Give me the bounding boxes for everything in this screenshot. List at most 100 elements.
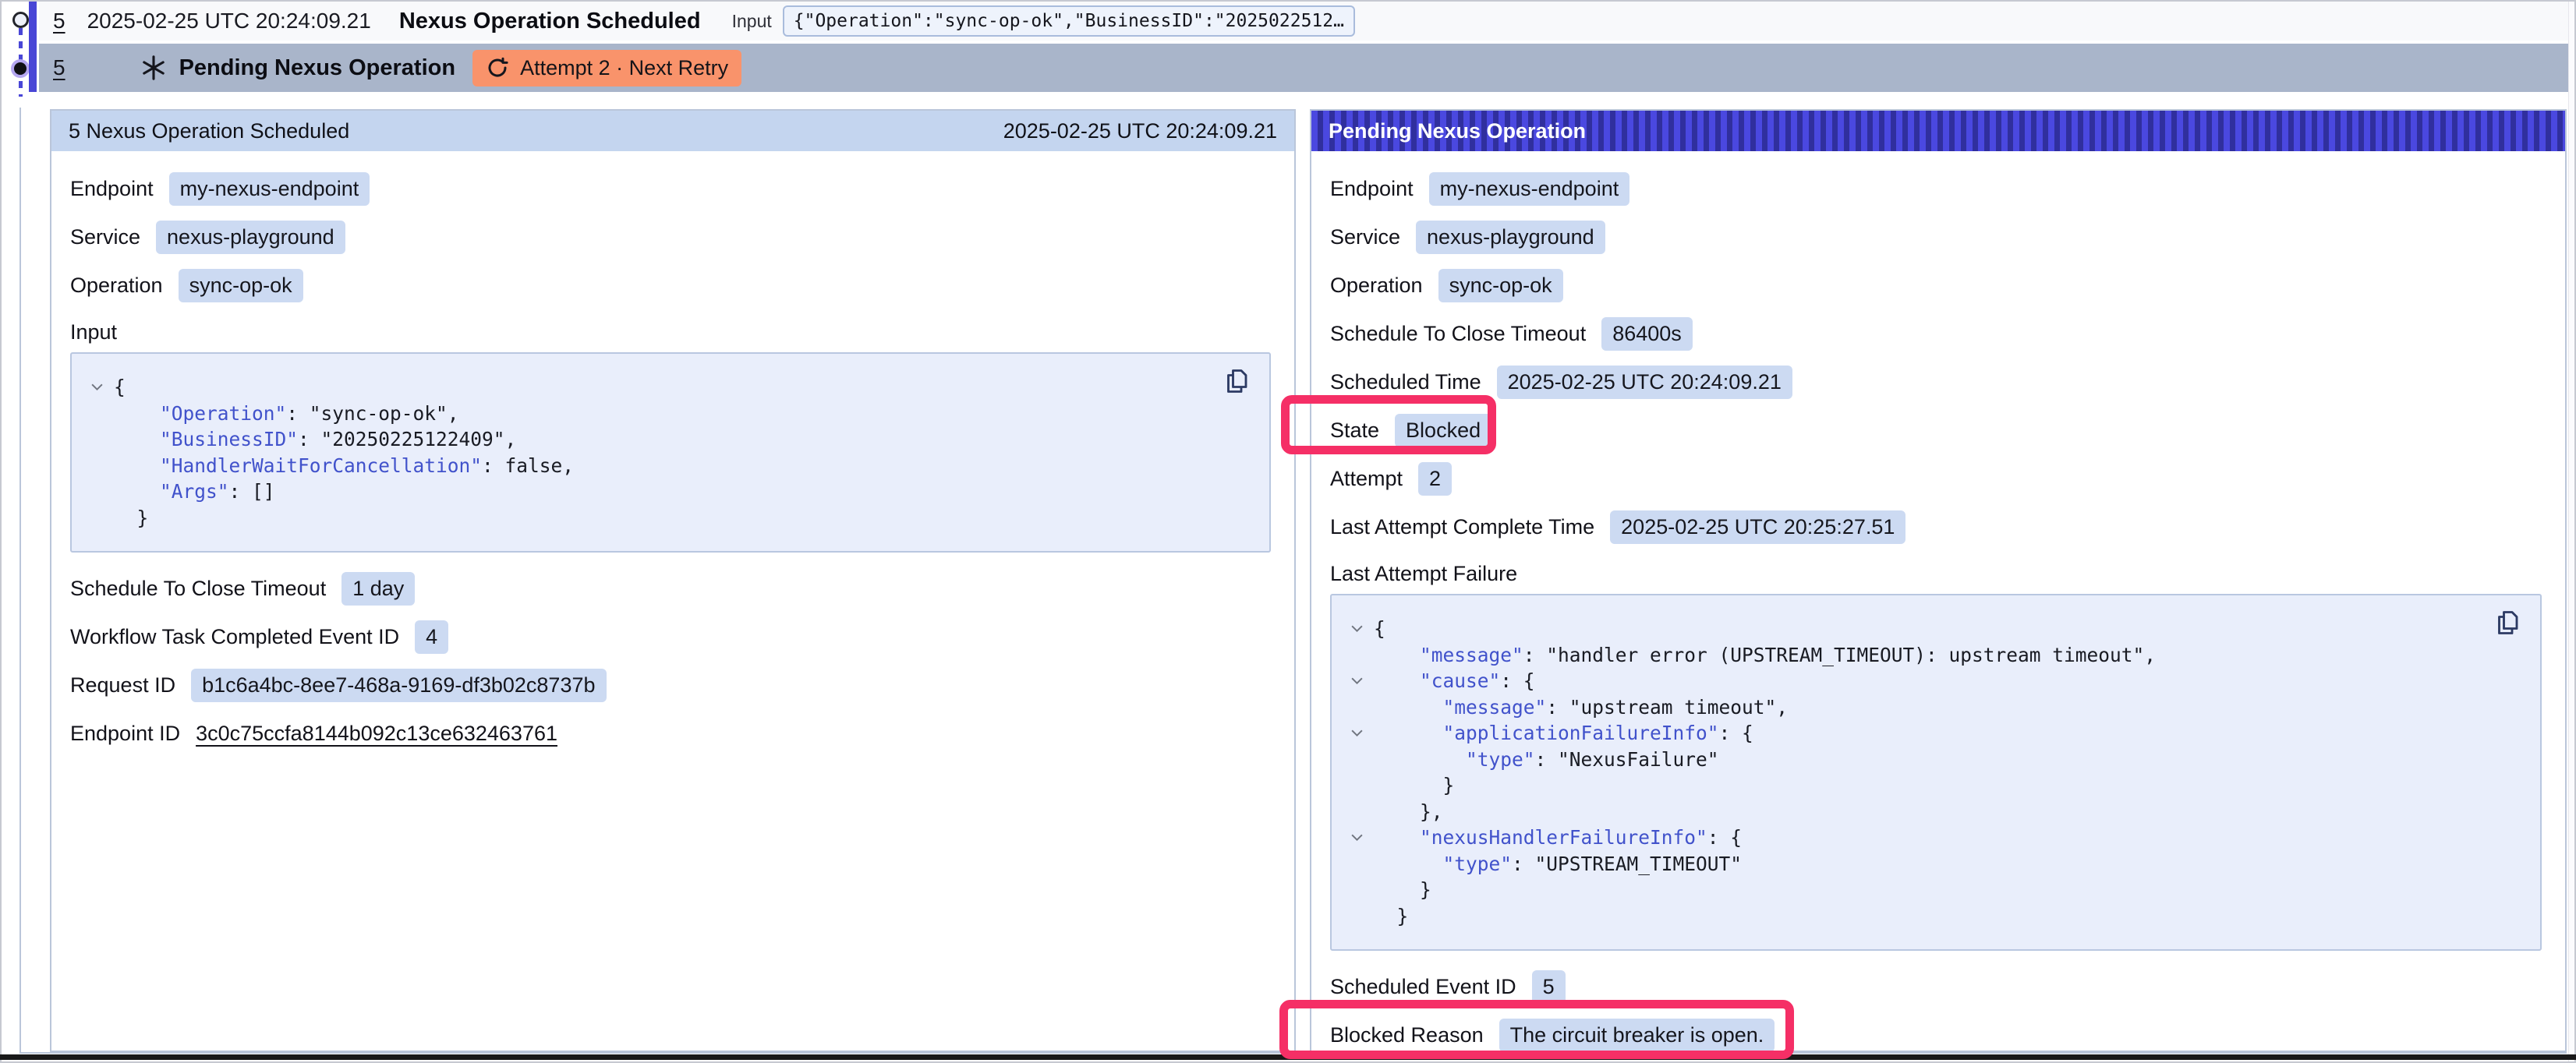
field-label: Workflow Task Completed Event ID — [70, 625, 399, 649]
json-text: "type": "UPSTREAM_TIMEOUT" — [1374, 851, 1742, 878]
field-row-attempt: Attempt2 — [1330, 461, 2542, 496]
field-value-badge: 2025-02-25 UTC 20:24:09.21 — [1497, 366, 1792, 399]
field-value-badge: my-nexus-endpoint — [1429, 172, 1630, 206]
field-label: Operation — [70, 274, 163, 298]
field-label: Schedule To Close Timeout — [70, 577, 326, 601]
scrollbar-gutter[interactable] — [2568, 2, 2574, 1061]
json-gutter — [1339, 851, 1374, 878]
field-row-last-attempt-complete-time: Last Attempt Complete Time 2025-02-25 UTC… — [1330, 510, 2542, 545]
field-label: Last Attempt Complete Time — [1330, 515, 1594, 539]
field-value-badge: 4 — [415, 620, 448, 654]
field-row-workflow-task-completed-event-id: Workflow Task Completed Event ID 4 — [70, 620, 1271, 655]
json-line: } — [80, 505, 1251, 532]
event-time: 2025-02-25 UTC 20:24:09.21 — [87, 9, 371, 34]
event-title: Nexus Operation Scheduled — [399, 9, 701, 34]
event-id-link[interactable]: 5 — [53, 9, 65, 34]
json-text: { — [1374, 616, 1385, 642]
field-value-badge: my-nexus-endpoint — [169, 172, 370, 206]
input-section-label: Input — [70, 316, 1271, 348]
field-value-badge: sync-op-ok — [1438, 269, 1563, 302]
event-row-pending-nexus-operation[interactable]: 5 Pending Nexus Operation Attempt 2 · Ne… — [39, 44, 2571, 92]
field-label: Scheduled Time — [1330, 370, 1481, 394]
json-text: } — [114, 505, 148, 532]
field-value-link[interactable]: 3c0c75ccfa8144b092c13ce632463761 — [196, 722, 557, 746]
json-gutter — [80, 479, 114, 505]
chevron-down-icon[interactable] — [1339, 720, 1374, 747]
field-row-endpoint: Endpointmy-nexus-endpoint — [70, 171, 1271, 207]
copy-icon — [1223, 367, 1251, 395]
field-row-operation: Operation sync-op-ok — [1330, 268, 2542, 303]
json-line: { — [80, 374, 1251, 401]
json-gutter — [80, 401, 114, 427]
chevron-down-icon[interactable] — [1339, 668, 1374, 694]
input-json-block: { "Operation": "sync-op-ok", "BusinessID… — [70, 352, 1271, 553]
field-row-endpoint: Endpoint my-nexus-endpoint — [1330, 171, 2542, 207]
field-value-badge: The circuit breaker is open. — [1499, 1019, 1775, 1052]
json-text: "applicationFailureInfo": { — [1374, 720, 1753, 747]
field-value-badge: nexus-playground — [156, 221, 345, 254]
field-label: Operation — [1330, 274, 1423, 298]
field-row-schedule-to-close-timeout: Schedule To Close Timeout 1 day — [70, 571, 1271, 606]
scheduled-event-card: 5 Nexus Operation Scheduled 2025-02-25 U… — [50, 109, 1296, 1052]
copy-icon — [2493, 609, 2521, 637]
event-group-indicator-bar — [29, 2, 37, 92]
field-row-scheduled-event-id: Scheduled Event ID5 — [1330, 969, 2542, 1005]
attempt-retry-label: Attempt 2 · Next Retry — [520, 56, 728, 80]
json-text: } — [1374, 903, 1408, 930]
json-gutter — [80, 505, 114, 532]
json-line: } — [1339, 903, 2521, 930]
field-value-badge: 86400s — [1601, 317, 1693, 351]
copy-button[interactable] — [1221, 366, 1252, 397]
field-row-service: Servicenexus-playground — [70, 220, 1271, 255]
field-label: Endpoint — [1330, 177, 1414, 201]
chevron-down-icon[interactable] — [80, 374, 114, 401]
field-row-blocked-reason: Blocked Reason The circuit breaker is ope… — [1330, 1018, 2542, 1053]
field-value-badge: b1c6a4bc-8ee7-468a-9169-df3b02c8737b — [191, 669, 606, 702]
json-text: "Args": [] — [114, 479, 275, 505]
json-line: "cause": { — [1339, 668, 2521, 694]
field-row-service: Servicenexus-playground — [1330, 220, 2542, 255]
json-gutter — [1339, 772, 1374, 799]
field-row-operation: Operation sync-op-ok — [70, 268, 1271, 303]
retry-icon — [486, 56, 509, 79]
json-text: "HandlerWaitForCancellation": false, — [114, 453, 574, 479]
chevron-down-icon[interactable] — [1339, 616, 1374, 642]
scheduled-card-header: 5 Nexus Operation Scheduled 2025-02-25 U… — [51, 111, 1294, 151]
field-label: Scheduled Event ID — [1330, 975, 1516, 999]
json-text: { — [114, 374, 126, 401]
copy-button[interactable] — [2492, 608, 2523, 639]
json-line: "message": "handler error (UPSTREAM_TIME… — [1339, 642, 2521, 669]
json-line: "HandlerWaitForCancellation": false, — [80, 453, 1251, 479]
pending-card-header: Pending Nexus Operation — [1311, 111, 2565, 151]
json-gutter — [1339, 799, 1374, 825]
json-text: "message": "upstream timeout", — [1374, 694, 1788, 721]
json-text: }, — [1374, 799, 1443, 825]
field-value-badge: nexus-playground — [1416, 221, 1605, 254]
json-line: "Operation": "sync-op-ok", — [80, 401, 1251, 427]
json-line: }, — [1339, 799, 2521, 825]
json-line: "applicationFailureInfo": { — [1339, 720, 2521, 747]
field-value-badge: Blocked — [1395, 414, 1491, 447]
json-line: "BusinessID": "20250225122409", — [80, 426, 1251, 453]
pending-card-title: Pending Nexus Operation — [1329, 119, 1586, 143]
json-text: "cause": { — [1374, 668, 1535, 694]
last-attempt-failure-label: Last Attempt Failure — [1330, 558, 2542, 589]
event-id-link[interactable]: 5 — [53, 55, 65, 80]
json-gutter — [80, 453, 114, 479]
field-row-schedule-to-close-timeout: Schedule To Close Timeout86400s — [1330, 316, 2542, 351]
event-detail-region: 5 Nexus Operation Scheduled 2025-02-25 U… — [19, 108, 2567, 1054]
field-row-scheduled-time: Scheduled Time 2025-02-25 UTC 20:24:09.21 — [1330, 365, 2542, 400]
json-text: "BusinessID": "20250225122409", — [114, 426, 516, 453]
event-row-nexus-operation-scheduled[interactable]: 5 2025-02-25 UTC 20:24:09.21 Nexus Opera… — [39, 2, 2571, 41]
json-line: "message": "upstream timeout", — [1339, 694, 2521, 721]
field-row-endpoint-id: Endpoint ID3c0c75ccfa8144b092c13ce632463… — [70, 716, 1271, 751]
json-gutter — [1339, 903, 1374, 930]
chevron-down-icon[interactable] — [1339, 825, 1374, 851]
field-label: Blocked Reason — [1330, 1023, 1484, 1047]
field-label: State — [1330, 418, 1379, 443]
field-value-badge: 2025-02-25 UTC 20:25:27.51 — [1610, 510, 1905, 544]
json-line: "type": "UPSTREAM_TIMEOUT" — [1339, 851, 2521, 878]
window-bottom-edge — [0, 1054, 2576, 1060]
field-value-badge: 1 day — [341, 572, 415, 606]
field-value-badge: sync-op-ok — [179, 269, 303, 302]
